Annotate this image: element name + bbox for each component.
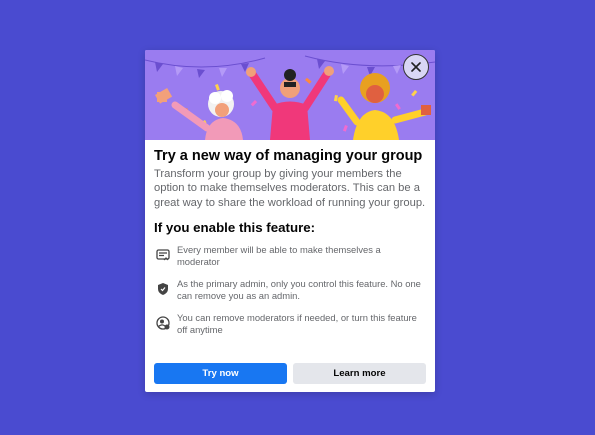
shield-icon [158,282,168,295]
dialog-title: Try a new way of managing your group [154,148,423,164]
feature-text: You can remove moderators if needed, or … [177,311,417,336]
dialog-content: Try a new way of managing your group Tra… [145,140,435,337]
feature-list: Every member will be able to make themse… [154,244,426,337]
person-settings-icon [156,316,170,330]
moderator-badge-icon [156,249,170,261]
try-now-button[interactable]: Try now [154,363,287,384]
feature-item: As the primary admin, only you control t… [154,278,426,303]
close-button[interactable] [403,54,429,80]
feature-dialog: Try a new way of managing your group Tra… [145,50,435,392]
close-icon [411,62,421,72]
celebration-illustration [145,50,435,140]
learn-more-button[interactable]: Learn more [293,363,426,384]
dialog-subtitle: If you enable this feature: [154,219,316,235]
feature-text: As the primary admin, only you control t… [177,277,421,302]
dialog-description: Transform your group by giving your memb… [154,168,426,209]
feature-item: You can remove moderators if needed, or … [154,312,426,337]
dialog-actions: Try now Learn more [154,363,426,384]
feature-text: Every member will be able to make themse… [177,243,381,268]
feature-item: Every member will be able to make themse… [154,244,426,269]
